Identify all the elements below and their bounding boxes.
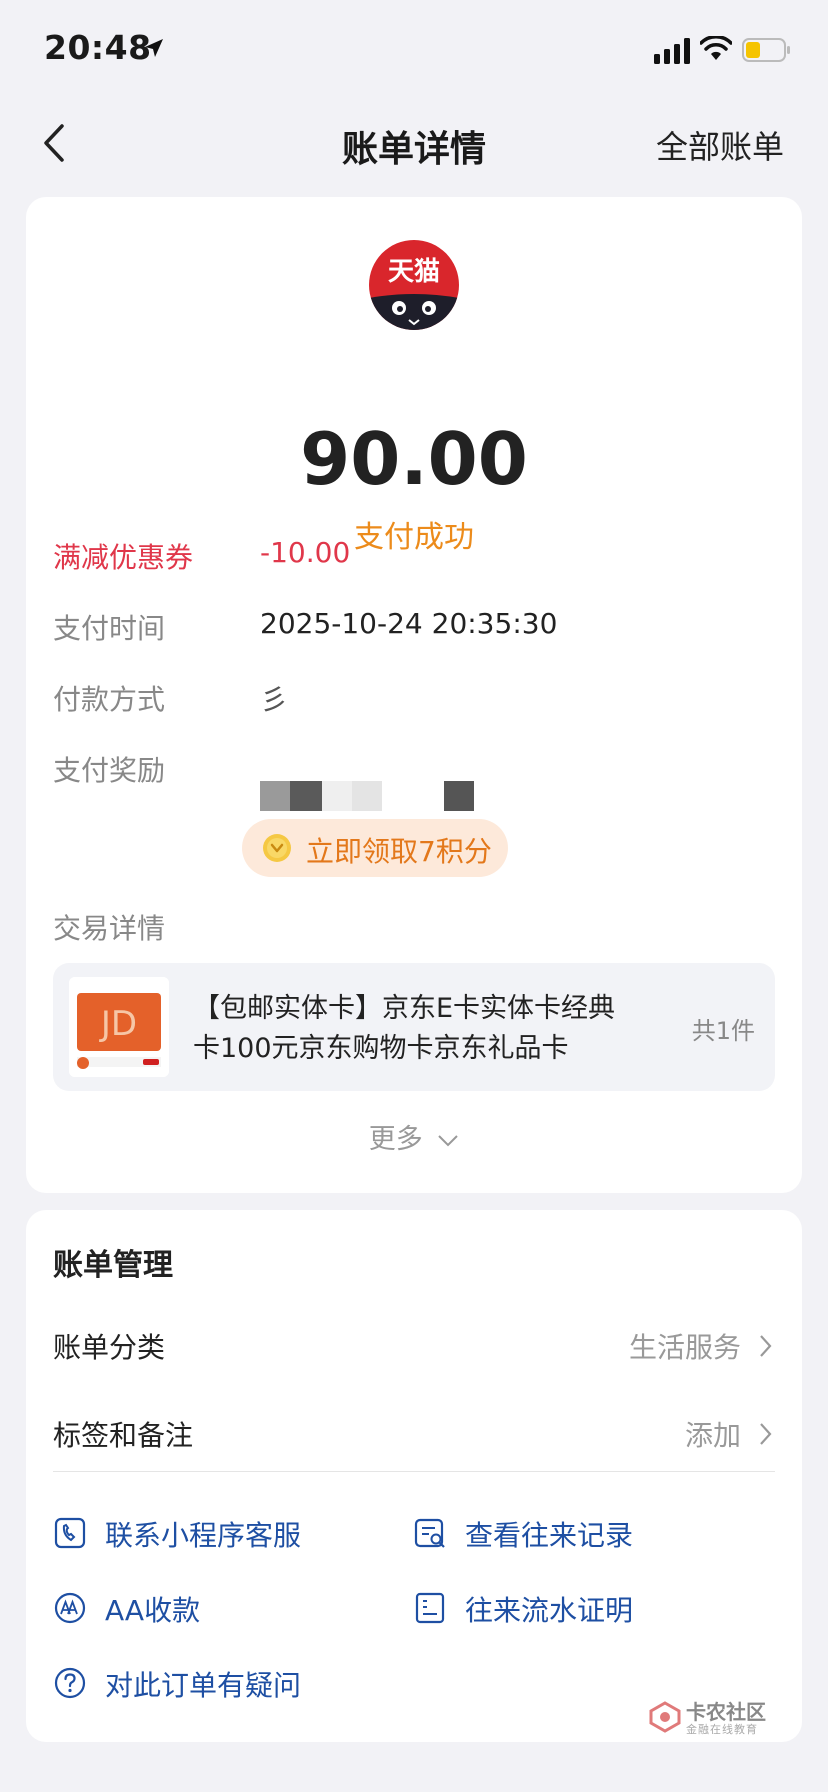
- location-arrow-icon: [145, 39, 163, 57]
- aa-collect-button[interactable]: AA收款: [53, 1585, 353, 1633]
- status-time: 20:48: [44, 28, 152, 67]
- tags-value: 添加: [684, 1419, 741, 1452]
- category-value: 生活服务: [628, 1331, 741, 1364]
- masked-payment-method: [260, 781, 474, 813]
- tags-label: 标签和备注: [53, 1419, 194, 1452]
- coin-icon: [263, 834, 291, 862]
- tmall-logo: 天猫: [369, 240, 459, 330]
- status-bar: 20:48: [0, 0, 828, 100]
- section-title: 账单管理: [53, 1248, 173, 1283]
- question-icon: [54, 1667, 86, 1699]
- claim-points-label: 立即领取7积分: [306, 835, 492, 868]
- pay-method-value: 彡: [260, 683, 289, 716]
- category-label: 账单分类: [53, 1331, 166, 1364]
- transaction-detail-label: 交易详情: [53, 912, 166, 945]
- bill-category-row[interactable]: 账单分类 生活服务: [53, 1316, 775, 1376]
- bill-management-card: 账单管理 账单分类 生活服务 标签和备注 添加 联系小程序客服 查看往来记录 A…: [26, 1210, 802, 1742]
- contact-service-button[interactable]: 联系小程序客服: [53, 1510, 353, 1558]
- pay-time-label: 支付时间: [53, 612, 166, 645]
- order-question-button[interactable]: 对此订单有疑问: [53, 1660, 353, 1708]
- more-button[interactable]: 更多: [26, 1117, 802, 1156]
- phone-icon: [54, 1517, 86, 1549]
- wifi-icon: [700, 36, 732, 60]
- claim-points-button[interactable]: 立即领取7积分: [242, 819, 508, 877]
- order-item[interactable]: JD 【包邮实体卡】京东E卡实体卡经典卡100元京东购物卡京东礼品卡 共1件: [53, 963, 775, 1091]
- bill-detail-card: 天猫 -- -- --- 90.00 支付成功 满减优惠券 -10.00 支付时…: [26, 197, 802, 1193]
- community-watermark: 卡农社区 金融在线教育: [648, 1696, 768, 1740]
- nav-bar: 账单详情 全部账单: [0, 100, 828, 186]
- battery-icon: [742, 38, 790, 62]
- action-label: 联系小程序客服: [105, 1519, 302, 1552]
- tags-notes-row[interactable]: 标签和备注 添加: [53, 1404, 775, 1464]
- action-label: AA收款: [105, 1594, 201, 1627]
- document-icon: [415, 1592, 445, 1624]
- chevron-right-icon: [760, 1423, 772, 1445]
- aa-icon: [54, 1592, 86, 1624]
- discount-label: 满减优惠券: [53, 541, 194, 574]
- bill-amount: 90.00: [300, 417, 528, 501]
- pay-time-value: 2025-10-24 20:35:30: [260, 607, 558, 640]
- pay-method-label: 付款方式: [53, 683, 166, 716]
- action-label: 查看往来记录: [465, 1519, 634, 1552]
- item-count: 共1件: [691, 1017, 755, 1045]
- chevron-right-icon: [760, 1335, 772, 1357]
- discount-value: -10.00: [260, 536, 351, 569]
- action-label: 对此订单有疑问: [105, 1669, 302, 1702]
- reward-label: 支付奖励: [53, 754, 166, 787]
- divider: [53, 1471, 775, 1472]
- chevron-down-icon: [438, 1134, 459, 1146]
- action-label: 往来流水证明: [465, 1594, 634, 1627]
- jd-card-thumbnail: JD: [69, 977, 169, 1077]
- svg-text:天猫: 天猫: [388, 257, 440, 287]
- statement-proof-button[interactable]: 往来流水证明: [413, 1585, 713, 1633]
- all-bills-link[interactable]: 全部账单: [656, 122, 784, 168]
- cellular-signal-icon: [654, 38, 690, 64]
- record-search-icon: [414, 1518, 445, 1548]
- merchant-name: -- -- ---: [26, 381, 802, 391]
- svg-text:JD: JD: [99, 1004, 137, 1044]
- view-history-button[interactable]: 查看往来记录: [413, 1510, 713, 1558]
- more-label: 更多: [368, 1124, 423, 1155]
- watermark-logo-icon: [649, 1701, 681, 1733]
- item-title: 【包邮实体卡】京东E卡实体卡经典卡100元京东购物卡京东礼品卡: [193, 993, 616, 1064]
- watermark-subtitle: 金融在线教育: [686, 1723, 758, 1736]
